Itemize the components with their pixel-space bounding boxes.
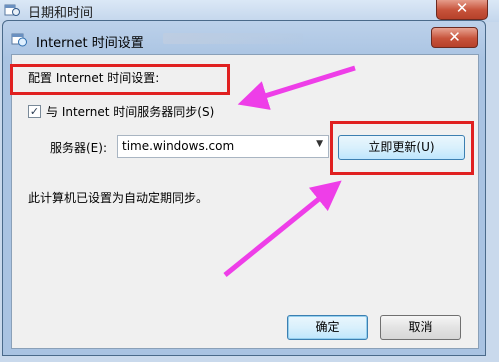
arrow-to-update	[223, 180, 342, 277]
arrow-to-sync	[237, 65, 356, 110]
annotation-arrows	[223, 65, 356, 277]
